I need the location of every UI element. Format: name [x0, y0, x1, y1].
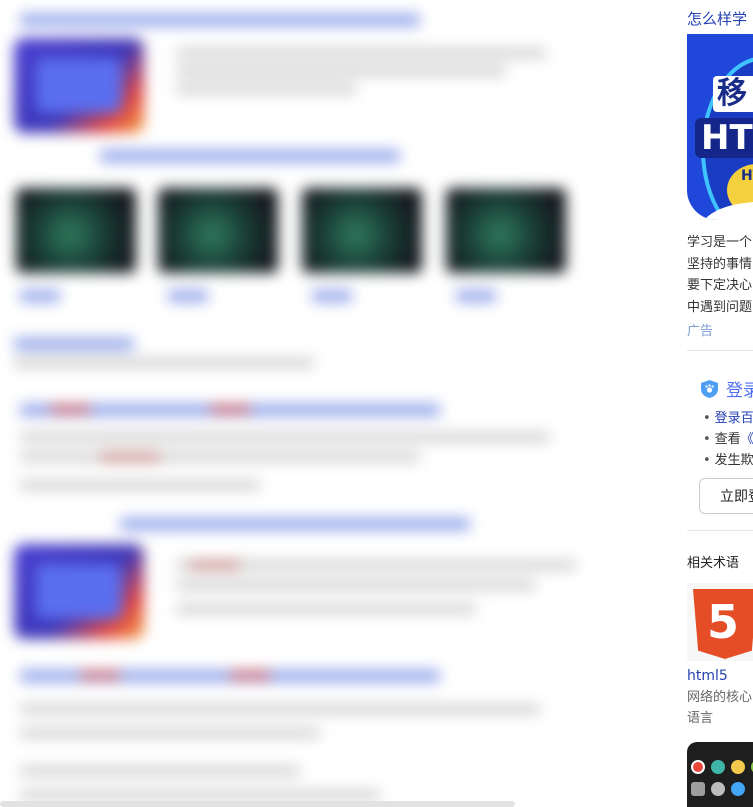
- video-thumbnail: [446, 188, 566, 273]
- ad-label: 广告: [687, 324, 714, 339]
- login-benefits-list: • 登录百 • 查看《 • 发生欺: [703, 408, 753, 471]
- ad-title-link[interactable]: 怎么样学: [687, 8, 747, 29]
- horizontal-scrollbar[interactable]: [0, 801, 515, 807]
- divider: [687, 350, 753, 351]
- ad-image-text: 移: [713, 76, 753, 112]
- term-thumbnail[interactable]: [687, 742, 753, 807]
- list-item: • 发生欺: [703, 453, 753, 468]
- search-results-blurred: [0, 0, 600, 807]
- ad-image-text: HT: [741, 168, 753, 184]
- login-heading: 登录: [701, 376, 753, 401]
- list-item[interactable]: • 登录百: [703, 408, 753, 429]
- video-thumbnail: [16, 188, 136, 273]
- term-desc-line: 语言: [687, 711, 714, 726]
- ad-text-line: 学习是一个: [687, 235, 753, 250]
- result-thumbnail: [14, 544, 144, 639]
- shield-icon: [701, 380, 718, 398]
- ad-text-line: 中遇到问题: [687, 299, 753, 315]
- term-description: 网络的核心 语言: [687, 687, 752, 729]
- term-desc-line: 网络的核心: [687, 690, 753, 705]
- ad-description: 学习是一个 坚持的事情 要下定决心 中遇到问题: [687, 232, 753, 318]
- term-link-html5[interactable]: html5: [687, 668, 728, 684]
- ad-text-line: 要下定决心: [687, 278, 753, 293]
- right-sidebar: 怎么样学 移 HTI HT 学习是一个 坚持的事情 要下定决心 中遇到问题 广告…: [687, 0, 753, 807]
- ad-image[interactable]: 移 HTI HT: [687, 34, 753, 220]
- result-thumbnail: [14, 38, 144, 133]
- login-now-button[interactable]: 立即登: [699, 478, 753, 514]
- divider: [687, 530, 753, 531]
- list-item: • 查看《: [703, 432, 753, 447]
- html5-logo-text: 5: [707, 595, 740, 649]
- ad-image-text: HTI: [695, 118, 753, 158]
- html5-logo[interactable]: 5: [687, 583, 753, 661]
- video-thumbnail: [302, 188, 422, 273]
- login-heading-text: 登录: [726, 381, 753, 401]
- related-terms-heading: 相关术语: [687, 556, 740, 571]
- video-thumbnail: [158, 188, 278, 273]
- ad-text-line: 坚持的事情: [687, 256, 753, 272]
